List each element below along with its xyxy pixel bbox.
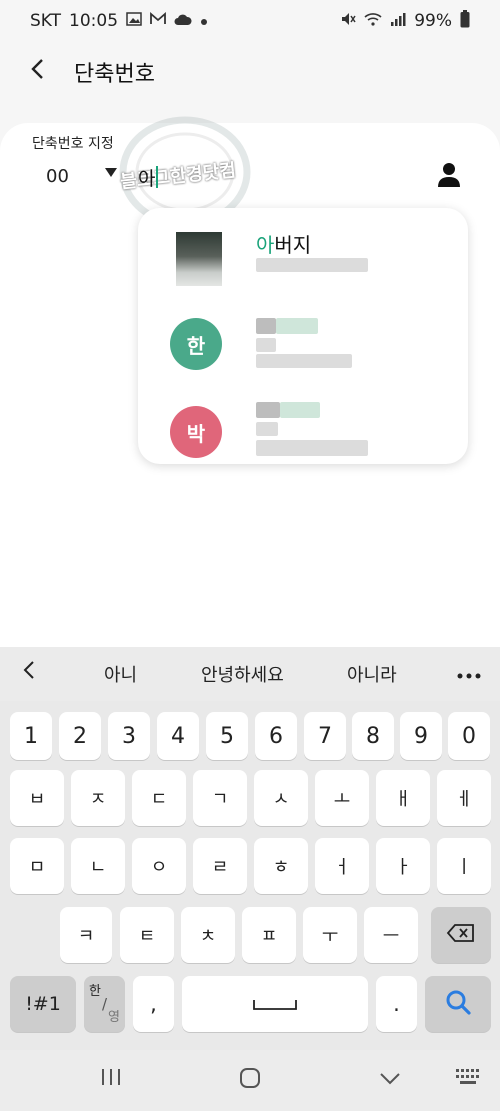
back-arrow-icon[interactable]: [28, 57, 58, 88]
lang-korean-label: 한: [89, 983, 101, 999]
backspace-key[interactable]: [431, 907, 491, 963]
key-jamo[interactable]: ㄷ: [132, 770, 186, 826]
suggestion-name: 아버지: [256, 233, 312, 257]
key-0[interactable]: 0: [448, 712, 490, 760]
redacted-name: [280, 402, 320, 418]
gallery-icon: [126, 12, 142, 30]
key-jamo[interactable]: ㅅ: [254, 770, 308, 826]
contact-suggestions: 아버지 한 박: [138, 208, 468, 464]
search-key[interactable]: [425, 976, 491, 1032]
signal-icon: [390, 12, 406, 30]
redacted-number: [256, 354, 352, 368]
key-jamo[interactable]: ㅂ: [10, 770, 64, 826]
keyboard-switch-icon[interactable]: [455, 1067, 481, 1092]
symbols-key[interactable]: !#1: [10, 976, 76, 1032]
redacted-number: [256, 422, 278, 436]
speed-dial-number[interactable]: 00: [46, 166, 69, 187]
home-icon[interactable]: [239, 1067, 261, 1095]
hide-keyboard-icon[interactable]: [379, 1067, 401, 1092]
text-cursor: [156, 166, 159, 188]
speed-dial-label: 단축번호 지정: [32, 136, 114, 152]
prediction-word[interactable]: 안녕하세요: [201, 661, 284, 687]
prediction-word[interactable]: 아니: [104, 661, 137, 687]
battery-percent: 99%: [414, 11, 452, 31]
comma-key[interactable]: ,: [133, 976, 174, 1032]
status-right: 99%: [340, 10, 470, 32]
redacted-name: [256, 402, 280, 418]
key-8[interactable]: 8: [352, 712, 394, 760]
key-jamo[interactable]: ㅜ: [303, 907, 357, 963]
name-input[interactable]: 아: [138, 160, 428, 194]
key-3[interactable]: 3: [108, 712, 150, 760]
key-jamo[interactable]: ㅣ: [437, 838, 491, 894]
key-jamo[interactable]: ㄹ: [193, 838, 247, 894]
lang-divider: /: [101, 994, 108, 1013]
prediction-collapse-icon[interactable]: [22, 660, 36, 686]
battery-icon: [460, 10, 470, 32]
prediction-word[interactable]: 아니라: [347, 661, 397, 687]
search-icon: [445, 989, 471, 1020]
key-jamo[interactable]: ㅁ: [10, 838, 64, 894]
space-bar-icon: [252, 992, 298, 1016]
redacted-number: [256, 258, 368, 272]
status-left: SKT 10:05: [30, 11, 208, 31]
contact-person-icon[interactable]: [436, 161, 462, 189]
avatar: 박: [170, 406, 222, 458]
carrier-label: SKT: [30, 11, 62, 31]
key-6[interactable]: 6: [255, 712, 297, 760]
language-switch-key[interactable]: 한 / 영: [84, 976, 125, 1032]
name-input-value: 아: [138, 167, 156, 190]
key-jamo[interactable]: ㅊ: [181, 907, 235, 963]
wifi-icon: [364, 12, 382, 30]
key-4[interactable]: 4: [157, 712, 199, 760]
avatar: 한: [170, 318, 222, 370]
avatar-photo: [176, 232, 222, 286]
clock: 10:05: [69, 11, 119, 31]
key-1[interactable]: 1: [10, 712, 52, 760]
key-jamo[interactable]: ㄱ: [193, 770, 247, 826]
space-key[interactable]: [182, 976, 368, 1032]
key-jamo[interactable]: ㅋ: [60, 907, 112, 963]
notification-dot-icon: [200, 12, 208, 30]
mute-icon: [340, 11, 356, 31]
key-7[interactable]: 7: [304, 712, 346, 760]
backspace-icon: [446, 923, 476, 948]
app-header: 단축번호: [0, 42, 500, 102]
redacted-number: [256, 338, 276, 352]
key-jamo[interactable]: ㅈ: [71, 770, 125, 826]
mail-icon: [150, 12, 166, 30]
key-5[interactable]: 5: [206, 712, 248, 760]
key-jamo[interactable]: ㅎ: [254, 838, 308, 894]
suggestion-item[interactable]: 한: [138, 296, 468, 380]
recent-apps-icon[interactable]: [100, 1067, 122, 1093]
redacted-name: [256, 318, 276, 334]
key-jamo[interactable]: ㅌ: [120, 907, 174, 963]
key-2[interactable]: 2: [59, 712, 101, 760]
redacted-name: [276, 318, 318, 334]
cloud-icon: [174, 12, 192, 30]
key-jamo[interactable]: ㅐ: [376, 770, 430, 826]
page-title: 단축번호: [74, 62, 155, 87]
suggestion-item[interactable]: 아버지: [138, 208, 468, 292]
period-key[interactable]: .: [376, 976, 417, 1032]
more-options-icon[interactable]: [457, 660, 481, 684]
key-jamo[interactable]: ㅔ: [437, 770, 491, 826]
key-jamo[interactable]: ㅇ: [132, 838, 186, 894]
key-jamo[interactable]: ㅡ: [364, 907, 418, 963]
key-9[interactable]: 9: [400, 712, 442, 760]
key-jamo[interactable]: ㄴ: [71, 838, 125, 894]
key-jamo[interactable]: ㅍ: [242, 907, 296, 963]
suggestion-item[interactable]: 박: [138, 384, 468, 464]
redacted-number: [256, 440, 368, 456]
status-bar: SKT 10:05 99%: [0, 0, 500, 42]
key-jamo[interactable]: ㅏ: [376, 838, 430, 894]
key-jamo[interactable]: ㅓ: [315, 838, 369, 894]
lang-english-label: 영: [108, 1009, 120, 1025]
key-jamo[interactable]: ㅗ: [315, 770, 369, 826]
